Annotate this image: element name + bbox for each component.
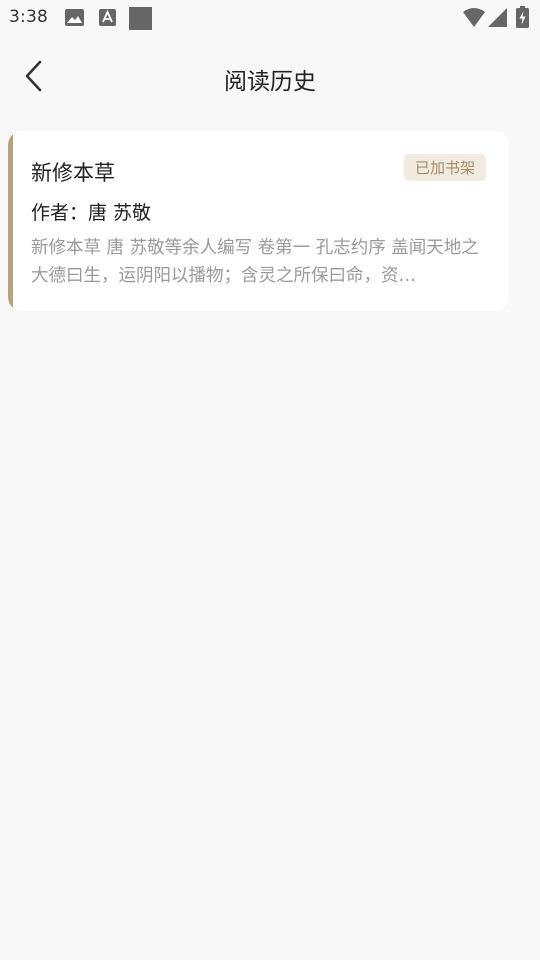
wifi-icon [463, 8, 485, 31]
gallery-icon [65, 9, 84, 30]
shelf-status-badge: 已加书架 [403, 154, 486, 181]
card-accent-bar [8, 131, 13, 311]
book-excerpt: 新修本草 唐 苏敬等余人编写 卷第一 孔志约序 盖闻天地之大德曰生，运阴阳以播物… [31, 238, 479, 286]
font-icon [99, 9, 116, 30]
status-time: 3:38 [9, 7, 48, 27]
status-bar: 3:38 [0, 0, 540, 36]
book-title: 新修本草 [31, 161, 115, 185]
book-author: 作者：唐 苏敬 [31, 202, 152, 224]
signal-icon [488, 8, 507, 31]
battery-charging-icon [516, 6, 529, 32]
app-square-icon [129, 7, 152, 30]
app-header: 阅读历史 [0, 36, 540, 120]
page-title: 阅读历史 [224, 69, 316, 95]
history-book-card[interactable]: 新修本草 已加书架 作者：唐 苏敬 新修本草 唐 苏敬等余人编写 卷第一 孔志约… [8, 131, 509, 311]
